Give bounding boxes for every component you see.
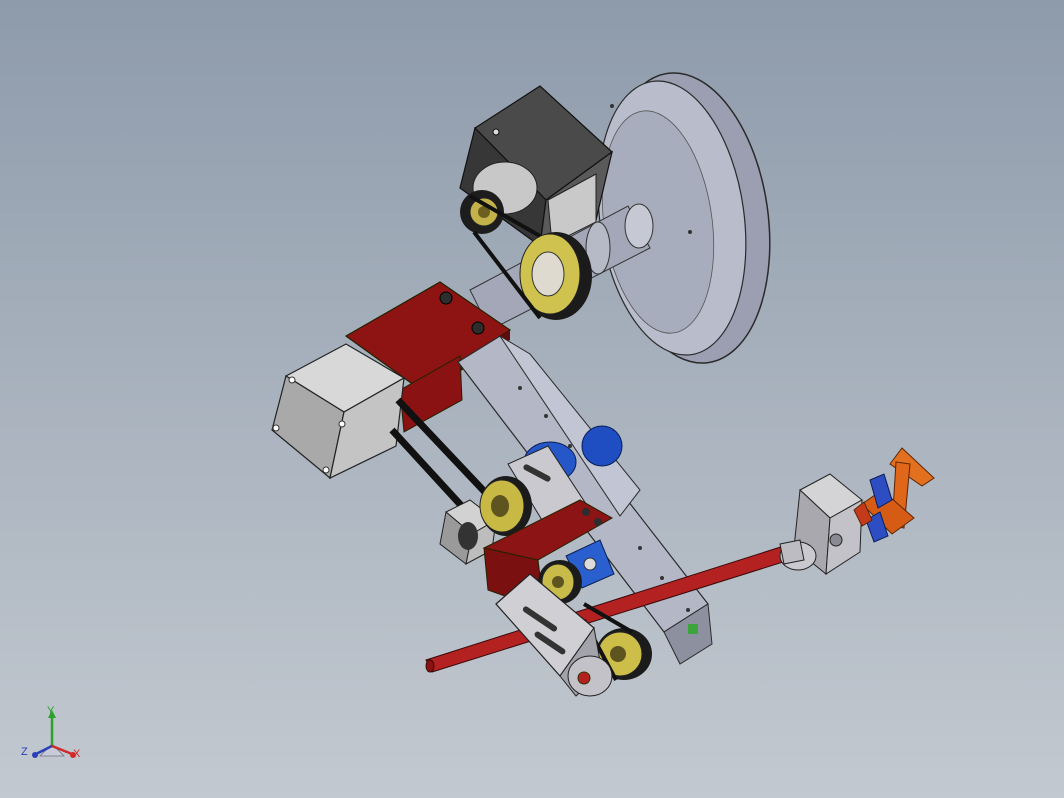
end-motor-assembly[interactable] [779,473,863,575]
triad-x-label: X [73,748,81,760]
orange-gripper[interactable] [853,447,935,543]
coordinate-triad: Y Z X [18,700,88,770]
small-pulley[interactable] [479,476,532,536]
triad-y-label: Y [47,705,55,717]
cad-model-view[interactable] [0,0,1064,798]
triad-z-label: Z [21,746,28,758]
cad-viewport[interactable]: Y Z X [0,0,1064,798]
